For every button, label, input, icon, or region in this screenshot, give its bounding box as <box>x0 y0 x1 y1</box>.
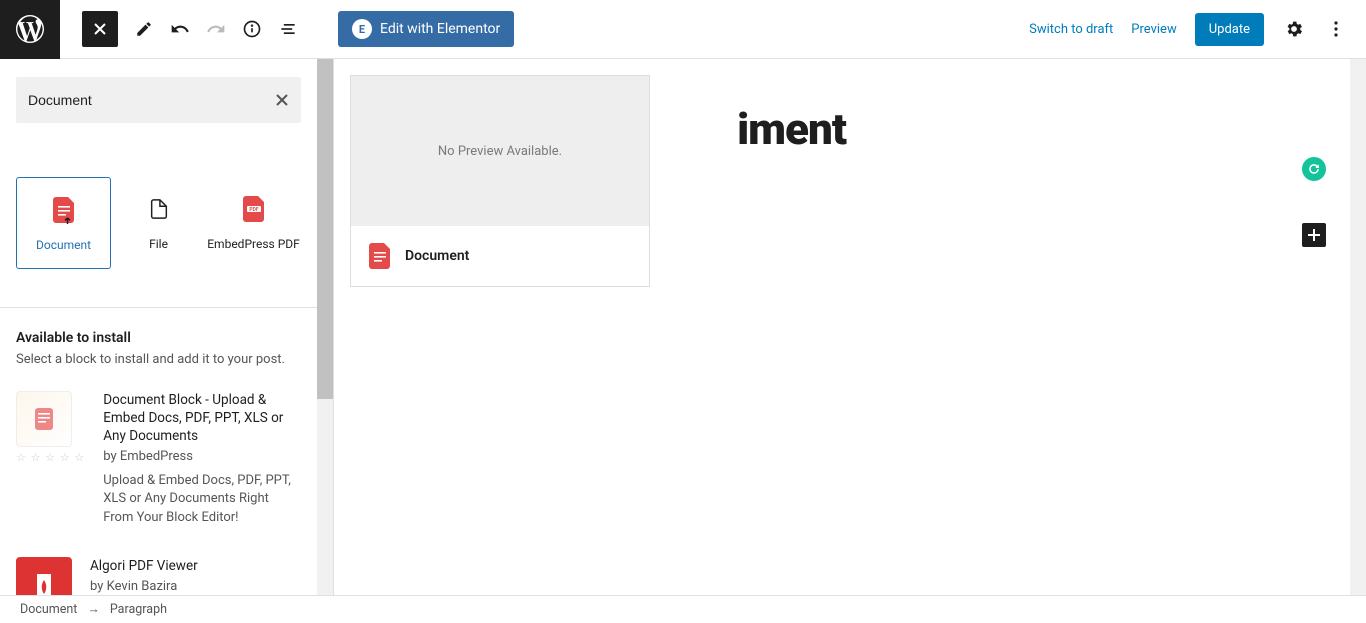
info-icon[interactable] <box>234 11 270 47</box>
clear-search-icon[interactable] <box>275 93 289 107</box>
panel-scrollbar[interactable] <box>317 59 333 595</box>
settings-icon[interactable] <box>1282 17 1306 41</box>
canvas-scrollbar[interactable] <box>1350 59 1366 595</box>
close-inserter-button[interactable] <box>82 11 118 47</box>
post-title-fragment: iment <box>737 103 846 155</box>
update-button[interactable]: Update <box>1195 13 1264 46</box>
block-search-input[interactable] <box>28 92 275 108</box>
editor-canvas[interactable]: iment No Preview Available. Document <box>350 75 1336 595</box>
document-icon <box>369 243 391 269</box>
file-block-icon <box>148 195 170 223</box>
block-search <box>16 77 301 123</box>
editor-canvas-wrap: iment No Preview Available. Document <box>334 59 1366 595</box>
block-preview-card[interactable]: No Preview Available. Document <box>350 75 650 287</box>
list-view-icon[interactable] <box>270 11 306 47</box>
breadcrumb-item[interactable]: Paragraph <box>110 602 167 617</box>
install-item-algori[interactable]: Algori PDF Viewer by Kevin Bazira <box>16 557 301 595</box>
available-to-install: Available to install Select a block to i… <box>0 308 317 595</box>
elementor-button[interactable]: E Edit with Elementor <box>338 11 514 47</box>
elementor-icon: E <box>352 19 372 39</box>
preview-block-label: Document <box>405 248 469 264</box>
install-heading: Available to install <box>16 330 301 346</box>
block-item-embedpress-pdf[interactable]: PDF EmbedPress PDF <box>206 177 301 269</box>
wordpress-logo[interactable] <box>0 0 60 59</box>
chevron-right-icon: → <box>87 602 100 617</box>
install-subheading: Select a block to install and add it to … <box>16 352 301 367</box>
grammarly-icon[interactable] <box>1302 157 1326 181</box>
edit-icon[interactable] <box>126 11 162 47</box>
tool-icons-group <box>126 11 306 47</box>
install-author: by Kevin Bazira <box>90 579 301 594</box>
no-preview-message: No Preview Available. <box>351 76 649 226</box>
editor-toolbar: E Edit with Elementor Switch to draft Pr… <box>0 0 1366 59</box>
main-area: Document File PDF EmbedPress PDF Availab… <box>0 59 1366 595</box>
block-inserter-panel: Document File PDF EmbedPress PDF Availab… <box>0 59 334 595</box>
preview-link[interactable]: Preview <box>1131 22 1176 37</box>
breadcrumb-item[interactable]: Document <box>20 602 77 617</box>
install-author: by EmbedPress <box>103 449 301 464</box>
document-block-icon <box>53 196 75 224</box>
block-item-file[interactable]: File <box>111 177 206 269</box>
block-breadcrumb: Document → Paragraph <box>0 595 1366 623</box>
right-actions: Switch to draft Preview Update <box>1029 13 1366 46</box>
block-label: Document <box>36 238 91 254</box>
add-block-button[interactable] <box>1302 223 1326 247</box>
rating-stars: ☆ ☆ ☆ ☆ ☆ <box>16 451 85 464</box>
pdf-block-icon: PDF <box>243 195 265 223</box>
install-title: Document Block - Upload & Embed Docs, PD… <box>103 391 301 446</box>
redo-icon <box>198 11 234 47</box>
more-menu-icon[interactable] <box>1324 17 1348 41</box>
elementor-label: Edit with Elementor <box>380 21 500 37</box>
block-label: EmbedPress PDF <box>207 237 300 253</box>
install-thumb-icon <box>16 391 72 447</box>
install-item-document-block[interactable]: ☆ ☆ ☆ ☆ ☆ Document Block - Upload & Embe… <box>16 391 301 527</box>
blocks-grid: Document File PDF EmbedPress PDF <box>16 177 301 269</box>
install-desc: Upload & Embed Docs, PDF, PPT, XLS or An… <box>103 472 301 527</box>
svg-text:PDF: PDF <box>249 207 258 213</box>
install-title: Algori PDF Viewer <box>90 557 301 575</box>
install-thumb-icon <box>16 557 72 595</box>
block-label: File <box>149 237 168 253</box>
undo-icon[interactable] <box>162 11 198 47</box>
switch-to-draft-link[interactable]: Switch to draft <box>1029 22 1113 37</box>
block-item-document[interactable]: Document <box>16 177 111 269</box>
